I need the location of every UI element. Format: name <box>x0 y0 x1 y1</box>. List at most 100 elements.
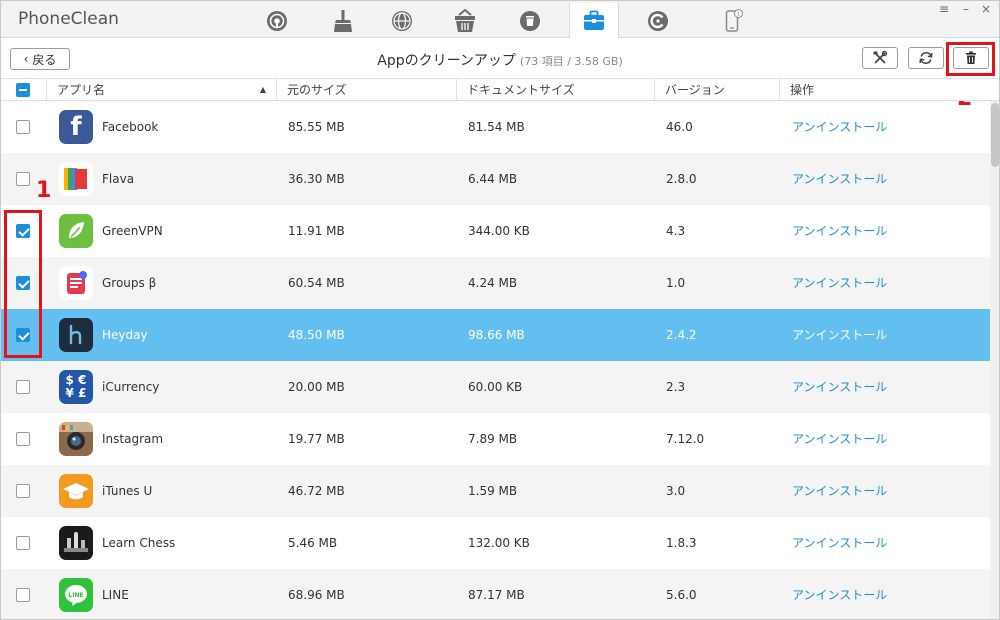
uninstall-link[interactable]: アンインストール <box>792 101 887 153</box>
tools-button[interactable] <box>862 47 898 69</box>
row-checkbox[interactable] <box>16 120 30 134</box>
delete-highlight <box>946 42 995 76</box>
iphone-icon[interactable]: 1 <box>707 3 757 38</box>
uninstall-link[interactable]: アンインストール <box>792 257 887 309</box>
podcast-icon[interactable] <box>252 3 302 38</box>
itunes-u-icon <box>59 474 93 508</box>
icurrency-icon: $ € ¥ £ <box>59 370 93 404</box>
scrollbar[interactable] <box>990 101 1000 620</box>
menu-icon[interactable]: ≡ <box>936 2 952 16</box>
app-size: 5.46 MB <box>288 536 338 550</box>
refresh-button[interactable] <box>908 47 944 69</box>
flava-icon <box>59 162 93 196</box>
uninstall-link[interactable]: アンインストール <box>792 569 887 620</box>
column-header-action[interactable]: 操作 <box>779 79 990 101</box>
app-version: 46.0 <box>666 120 693 134</box>
annotation-1: 1 <box>36 178 52 203</box>
app-size: 11.91 MB <box>288 224 345 238</box>
table-row[interactable]: $ € ¥ £ iCurrency 20.00 MB 60.00 KB 2.3 ア… <box>0 361 990 413</box>
title-bar: PhoneClean 1 ≡ – × <box>0 0 1000 39</box>
table-row[interactable]: LINE LINE 68.96 MB 87.17 MB 5.6.0 アンインスト… <box>0 569 990 620</box>
doc-size: 60.00 KB <box>468 380 523 394</box>
app-name: Facebook <box>102 120 159 134</box>
column-header-size[interactable]: 元のサイズ <box>276 79 456 101</box>
basket-icon[interactable] <box>440 3 490 38</box>
table-row[interactable]: Learn Chess 5.46 MB 132.00 KB 1.8.3 アンイン… <box>0 517 990 569</box>
minimize-icon[interactable]: – <box>958 2 974 16</box>
app-version: 2.8.0 <box>666 172 697 186</box>
row-checkbox[interactable] <box>16 484 30 498</box>
page-subtitle: (73 項目 / 3.58 GB) <box>519 55 623 68</box>
uninstall-link[interactable]: アンインストール <box>792 517 887 569</box>
table-row[interactable]: f Facebook 85.55 MB 81.54 MB 46.0 アンインスト… <box>0 101 990 153</box>
doc-size: 4.24 MB <box>468 276 518 290</box>
app-size: 48.50 MB <box>288 328 345 342</box>
app-version: 3.0 <box>666 484 686 498</box>
row-checkbox[interactable] <box>16 172 30 186</box>
row-checkbox[interactable] <box>16 536 30 550</box>
broom-icon[interactable] <box>318 3 368 38</box>
toolbar: ‹ 戻る Appのクリーンアップ (73 項目 / 3.58 GB) <box>0 38 1000 79</box>
globe-icon[interactable] <box>377 3 427 38</box>
table-row[interactable]: Groups β 60.54 MB 4.24 MB 1.0 アンインストール <box>0 257 990 309</box>
app-size: 85.55 MB <box>288 120 345 134</box>
instagram-icon <box>59 422 93 456</box>
close-icon[interactable]: × <box>978 2 994 16</box>
app-version: 7.12.0 <box>666 432 705 446</box>
doc-size: 87.17 MB <box>468 588 525 602</box>
table-row[interactable]: Heyday 48.50 MB 98.66 MB 2.4.2 アンインストール <box>0 309 990 361</box>
app-version: 1.0 <box>666 276 686 290</box>
sort-ascending-icon: ▲ <box>259 85 266 94</box>
refresh-c-icon[interactable] <box>633 3 683 38</box>
tools-icon <box>873 50 888 64</box>
uninstall-link[interactable]: アンインストール <box>792 205 887 257</box>
uninstall-link[interactable]: アンインストール <box>792 361 887 413</box>
app-size: 36.30 MB <box>288 172 345 186</box>
table-row[interactable]: GreenVPN 11.91 MB 344.00 KB 4.3 アンインストール <box>0 205 990 257</box>
uninstall-link[interactable]: アンインストール <box>792 413 887 465</box>
app-name: Heyday <box>102 328 148 342</box>
app-name: iCurrency <box>102 380 160 394</box>
table-row[interactable]: Instagram 19.77 MB 7.89 MB 7.12.0 アンインスト… <box>0 413 990 465</box>
greenvpn-icon <box>59 214 93 248</box>
app-size: 68.96 MB <box>288 588 345 602</box>
app-version: 2.3 <box>666 380 686 394</box>
column-header-doc[interactable]: ドキュメントサイズ <box>456 79 654 101</box>
app-name: Learn Chess <box>102 536 176 550</box>
doc-size: 132.00 KB <box>468 536 530 550</box>
row-checkbox[interactable] <box>16 380 30 394</box>
app-name: Groups β <box>102 276 157 290</box>
trash-icon[interactable] <box>505 3 555 38</box>
device-badge: 1 <box>737 11 741 17</box>
checkbox-highlight <box>4 210 42 358</box>
app-size: 46.72 MB <box>288 484 345 498</box>
select-all-checkbox[interactable] <box>16 83 30 97</box>
app-version: 5.6.0 <box>666 588 697 602</box>
app-version: 4.3 <box>666 224 686 238</box>
row-checkbox[interactable] <box>16 432 30 446</box>
app-name: iTunes U <box>102 484 153 498</box>
facebook-icon: f <box>59 110 93 144</box>
app-name: GreenVPN <box>102 224 163 238</box>
app-version: 2.4.2 <box>666 328 697 342</box>
table-row[interactable]: Flava 36.30 MB 6.44 MB 2.8.0 アンインストール <box>0 153 990 205</box>
app-size: 20.00 MB <box>288 380 345 394</box>
doc-size: 6.44 MB <box>468 172 518 186</box>
doc-size: 81.54 MB <box>468 120 525 134</box>
scrollbar-thumb[interactable] <box>991 103 999 167</box>
column-header-name[interactable]: アプリ名 ▲ <box>46 79 276 101</box>
page-title-text: Appのクリーンアップ <box>377 53 516 69</box>
table-row[interactable]: iTunes U 46.72 MB 1.59 MB 3.0 アンインストール <box>0 465 990 517</box>
heyday-icon <box>59 318 93 352</box>
uninstall-link[interactable]: アンインストール <box>792 465 887 517</box>
uninstall-link[interactable]: アンインストール <box>792 309 887 361</box>
refresh-icon <box>919 52 933 64</box>
app-size: 19.77 MB <box>288 432 345 446</box>
doc-size: 98.66 MB <box>468 328 525 342</box>
uninstall-link[interactable]: アンインストール <box>792 153 887 205</box>
toolbox-icon[interactable] <box>569 3 619 39</box>
row-checkbox[interactable] <box>16 588 30 602</box>
column-header-version[interactable]: バージョン <box>654 79 779 101</box>
app-list: f Facebook 85.55 MB 81.54 MB 46.0 アンインスト… <box>0 101 990 620</box>
doc-size: 1.59 MB <box>468 484 518 498</box>
